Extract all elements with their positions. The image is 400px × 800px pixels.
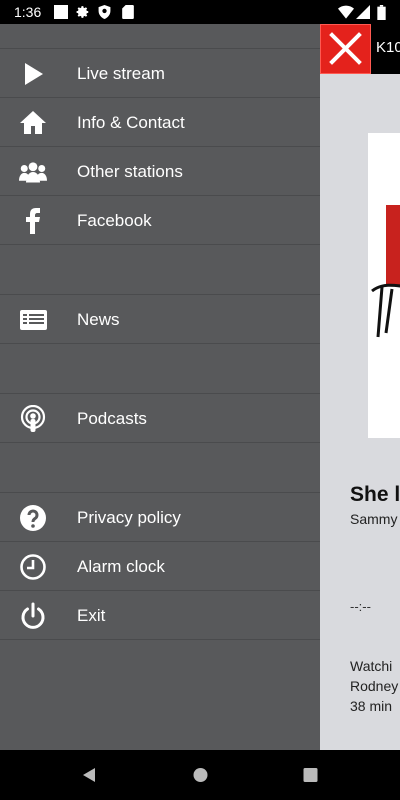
facebook-icon <box>26 208 40 234</box>
menu-item-label: News <box>77 310 120 329</box>
menu-item-label: Exit <box>77 606 106 625</box>
menu-item-label: Info & Contact <box>77 113 185 132</box>
menu-item-label: Alarm clock <box>77 557 165 576</box>
menu-item-alarm-clock[interactable]: Alarm clock <box>0 542 320 591</box>
play-icon <box>25 63 43 85</box>
menu-divider <box>0 245 320 295</box>
clock-icon <box>20 554 46 580</box>
help-icon <box>20 505 46 531</box>
menu-item-label: Live stream <box>77 64 165 83</box>
menu-divider <box>0 344 320 394</box>
news-line[interactable]: Watchi <box>350 658 392 674</box>
player-background: K10 She l Sammy --:-- Watchi Rodney 38 m… <box>320 24 400 750</box>
news-line[interactable]: Rodney <box>350 678 398 694</box>
menu-item-privacy-policy[interactable]: Privacy policy <box>0 493 320 542</box>
settings-icon <box>76 6 89 18</box>
menu-item-news[interactable]: News <box>0 295 320 344</box>
sd-card-icon <box>122 5 134 19</box>
home-icon <box>20 111 46 134</box>
close-button[interactable] <box>320 24 371 74</box>
drawer-menu: Live stream Info & Contact Other station… <box>0 48 320 640</box>
group-icon <box>19 162 47 183</box>
song-time: --:-- <box>350 599 371 614</box>
podcast-icon <box>20 405 46 432</box>
song-artist: Sammy <box>350 511 398 527</box>
back-icon[interactable] <box>81 767 97 783</box>
song-title: She l <box>350 483 400 506</box>
home-circle-icon[interactable] <box>193 767 208 783</box>
news-line[interactable]: 38 min <box>350 698 392 714</box>
status-time: 1:36 <box>14 4 42 20</box>
status-bar: 1:36 <box>0 0 400 24</box>
menu-item-live-stream[interactable]: Live stream <box>0 49 320 98</box>
image-icon <box>54 5 68 19</box>
battery-icon <box>377 5 386 20</box>
app-header: K10 <box>320 24 400 74</box>
menu-item-exit[interactable]: Exit <box>0 591 320 640</box>
close-icon <box>329 32 362 65</box>
menu-item-label: Podcasts <box>77 409 147 428</box>
navigation-drawer: Live stream Info & Contact Other station… <box>0 24 320 750</box>
menu-item-other-stations[interactable]: Other stations <box>0 147 320 196</box>
menu-item-label: Other stations <box>77 162 183 181</box>
wifi-icon <box>338 5 354 19</box>
menu-item-info-contact[interactable]: Info & Contact <box>0 98 320 147</box>
system-nav-bar <box>0 750 400 800</box>
power-icon <box>21 602 45 629</box>
shield-icon <box>98 5 111 19</box>
news-icon <box>20 310 47 330</box>
station-logo <box>371 205 400 338</box>
menu-divider <box>0 443 320 493</box>
recents-icon[interactable] <box>303 767 318 783</box>
menu-item-label: Privacy policy <box>77 508 181 527</box>
signal-icon <box>356 5 370 19</box>
menu-item-facebook[interactable]: Facebook <box>0 196 320 245</box>
album-art <box>368 133 400 438</box>
menu-item-podcasts[interactable]: Podcasts <box>0 394 320 443</box>
app-title: K10 <box>376 39 400 56</box>
menu-item-label: Facebook <box>77 211 152 230</box>
